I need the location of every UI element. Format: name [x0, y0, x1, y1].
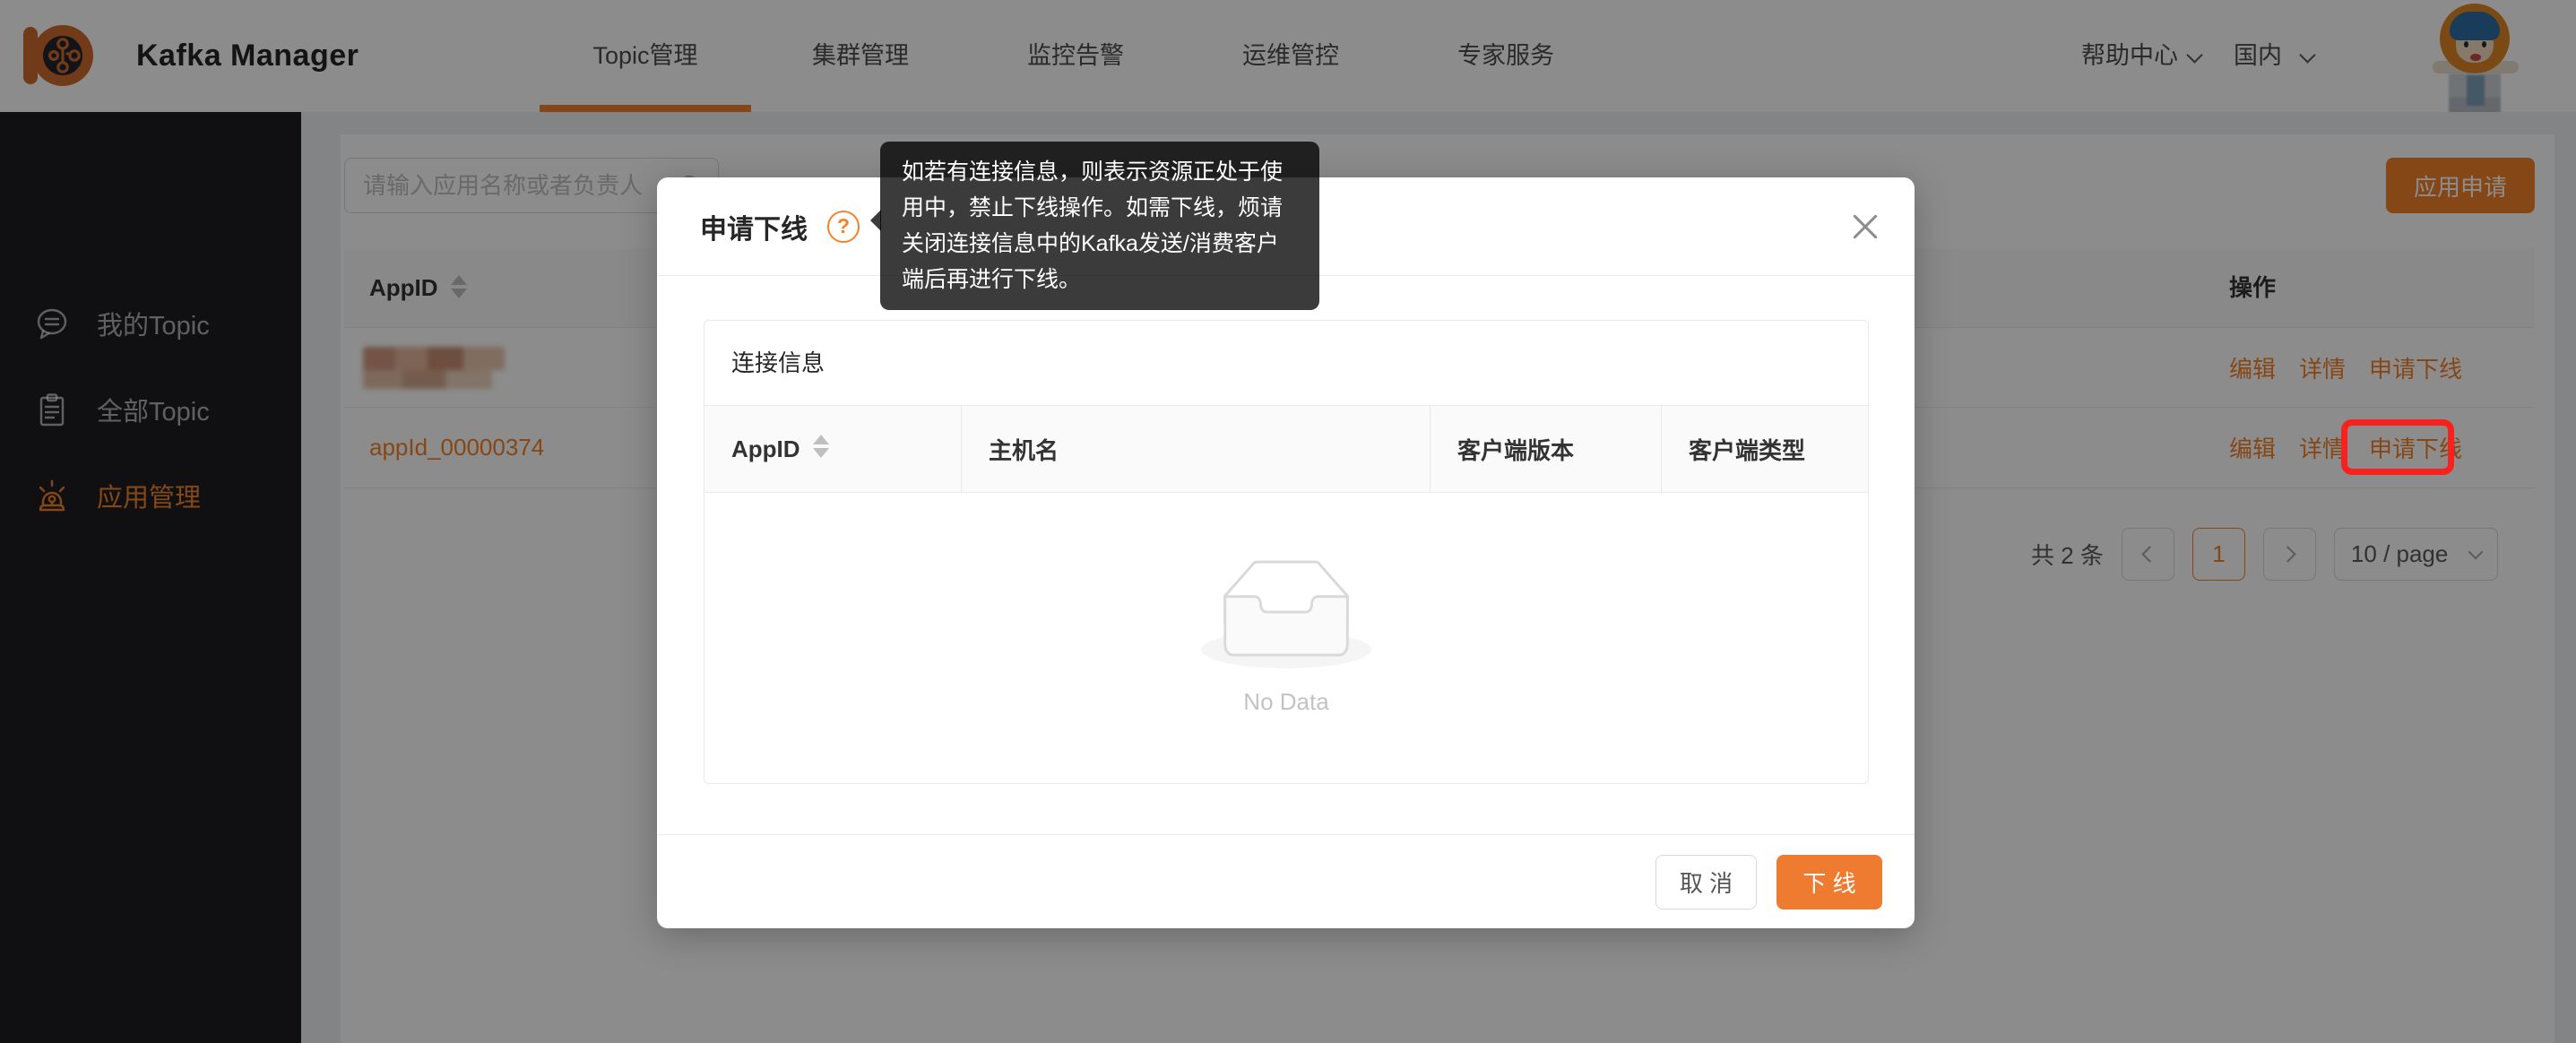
column-header-client-version: 客户端版本 — [1431, 406, 1662, 492]
connection-info-panel: 连接信息 AppID 主机名 客户端版本 客户端类型 — [704, 320, 1869, 784]
empty-text: No Data — [1243, 688, 1328, 716]
modal-footer: 取 消 下 线 — [657, 834, 1915, 928]
cancel-button[interactable]: 取 消 — [1655, 855, 1757, 909]
annotation-highlight-box — [2341, 419, 2454, 475]
column-header-client-type: 客户端类型 — [1662, 406, 1868, 492]
sorter-icon[interactable] — [813, 435, 829, 458]
column-header-hostname: 主机名 — [962, 406, 1431, 492]
empty-inbox-icon — [1201, 559, 1371, 668]
app-screen: Kafka Manager Topic管理 集群管理 监控告警 运维管控 专家服… — [0, 0, 2576, 1043]
modal-title: 申请下线 — [700, 207, 808, 246]
close-icon[interactable] — [1846, 208, 1884, 246]
modal-table-header-row: AppID 主机名 客户端版本 客户端类型 — [705, 406, 1868, 493]
section-title: 连接信息 — [705, 321, 1868, 406]
help-tooltip: 如若有连接信息，则表示资源正处于使用中，禁止下线操作。如需下线，烦请关闭连接信息… — [880, 142, 1319, 310]
tooltip-arrow-icon — [870, 210, 881, 231]
question-circle-icon[interactable]: ? — [827, 211, 860, 243]
offline-confirm-button[interactable]: 下 线 — [1776, 855, 1882, 909]
empty-state: No Data — [705, 493, 1868, 781]
column-header-appid[interactable]: AppID — [705, 406, 962, 492]
tooltip-text: 如若有连接信息，则表示资源正处于使用中，禁止下线操作。如需下线，烦请关闭连接信息… — [902, 159, 1283, 292]
